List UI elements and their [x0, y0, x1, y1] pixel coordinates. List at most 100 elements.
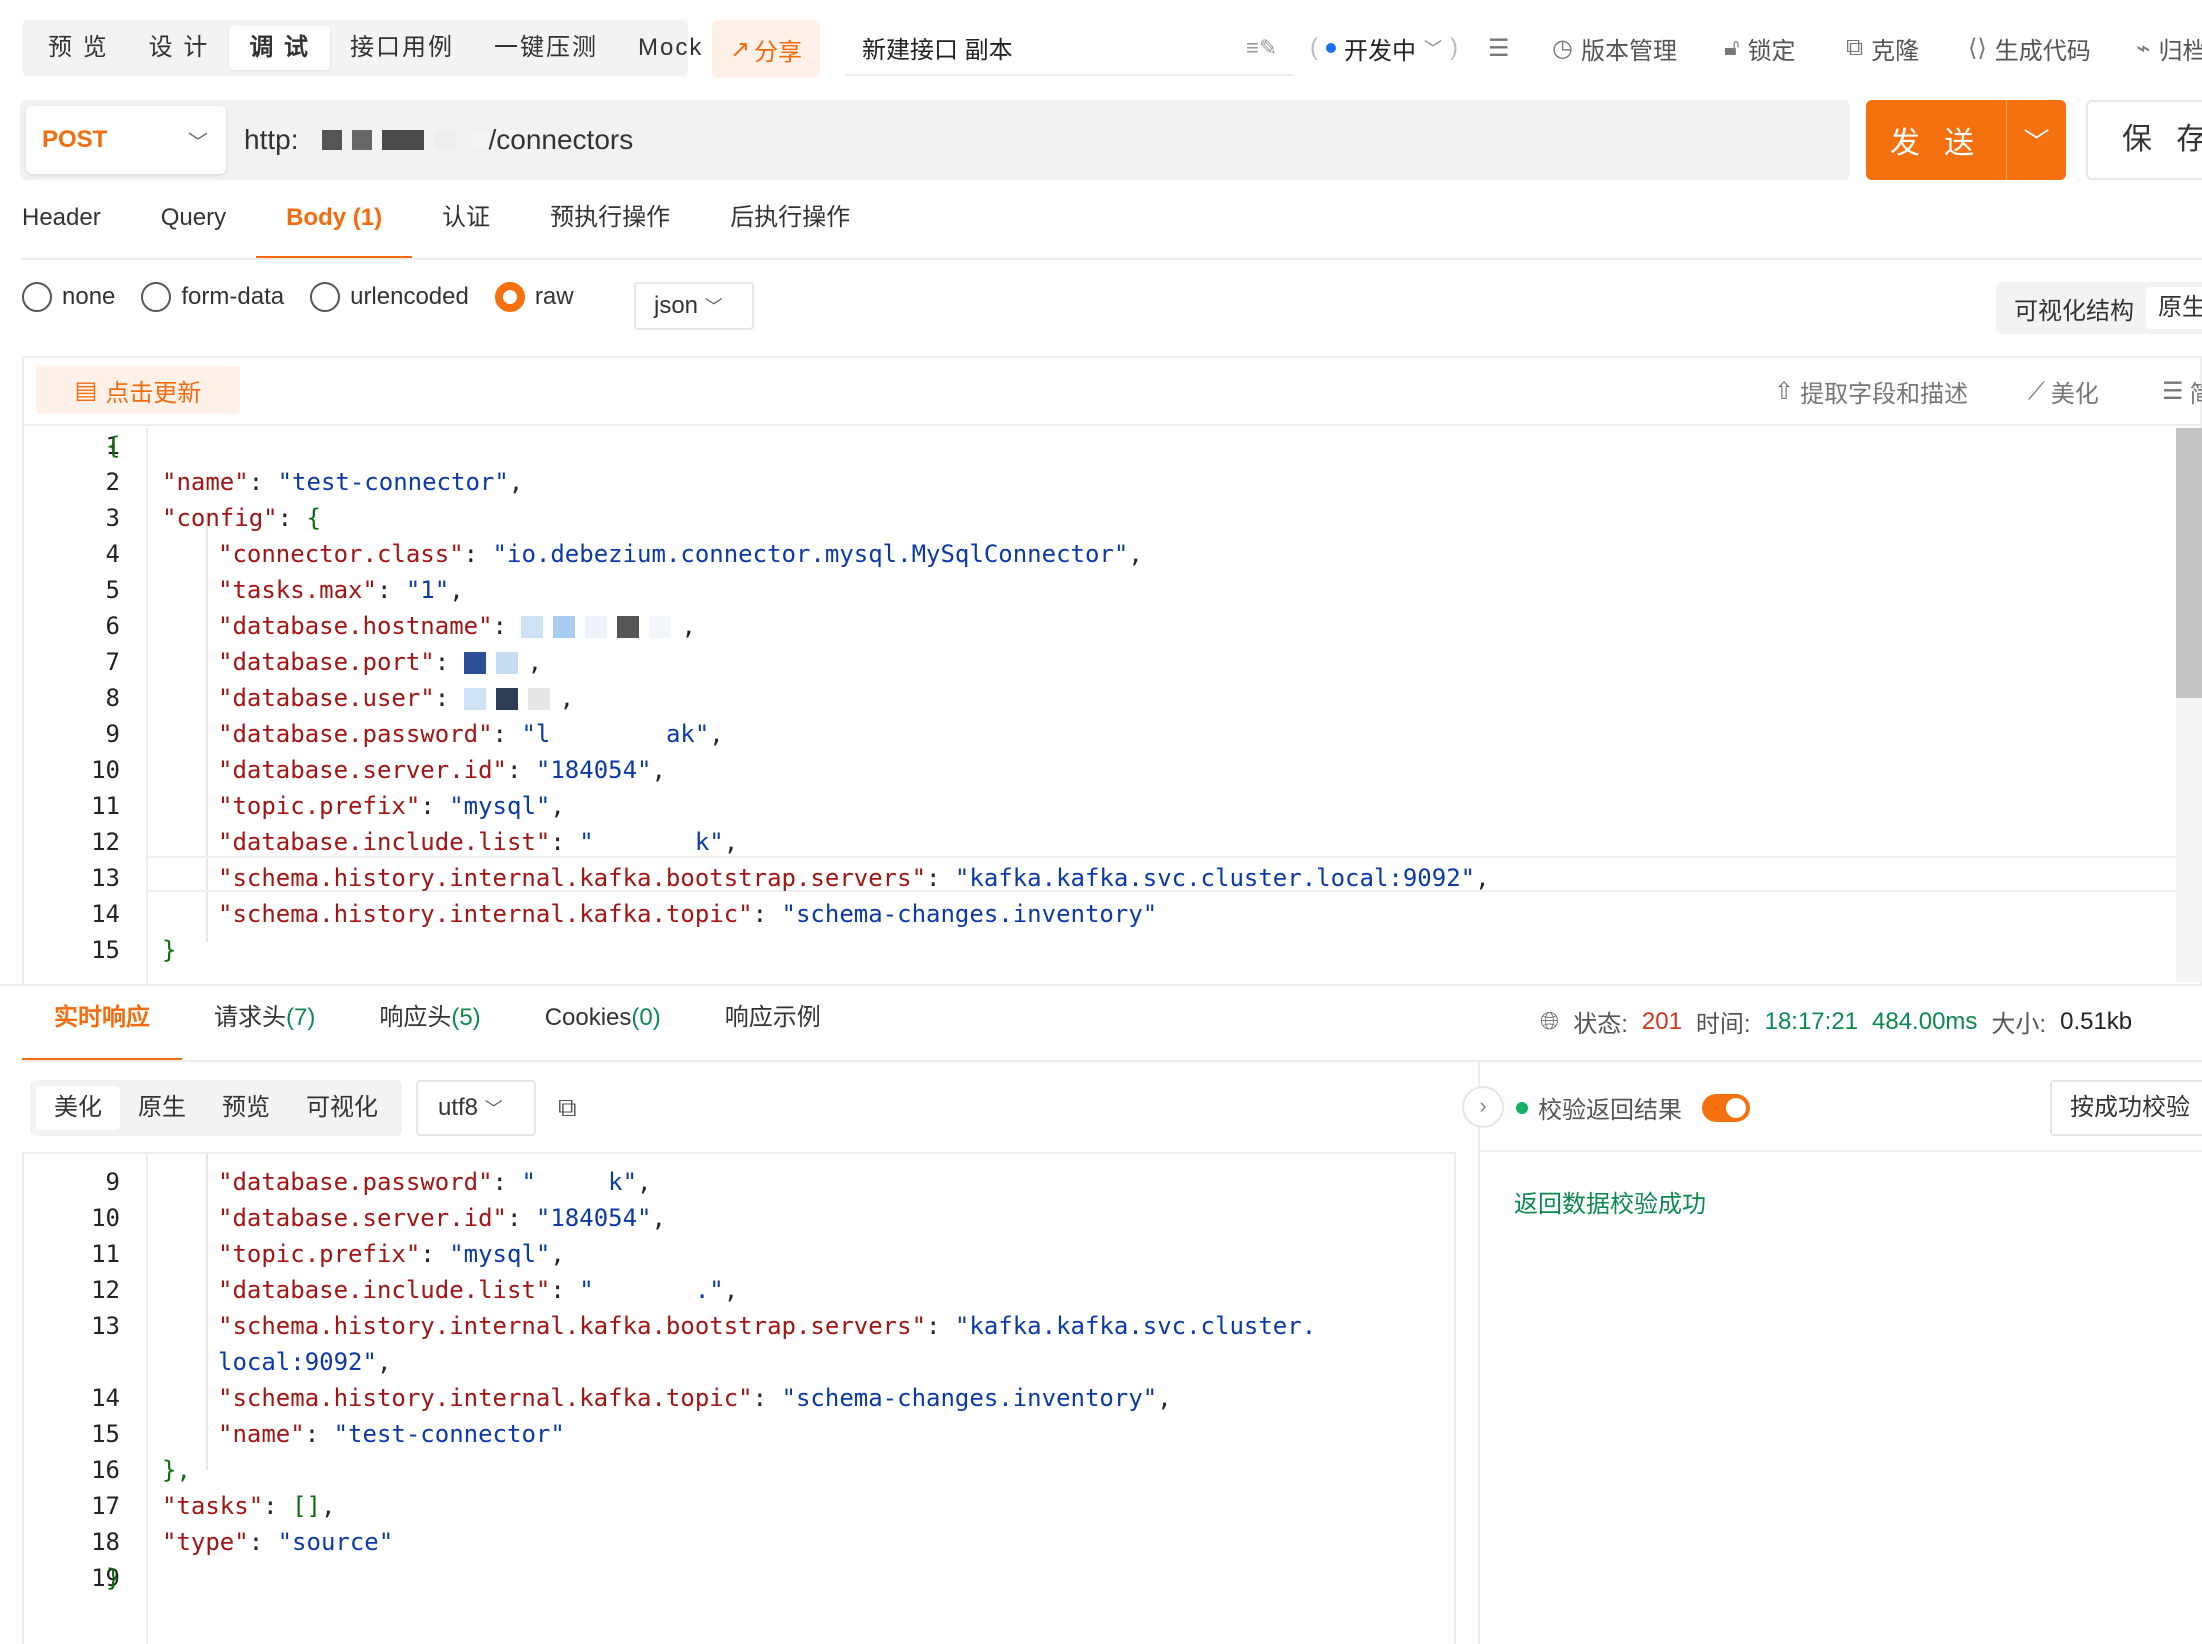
body-format-select[interactable]: json ﹀	[634, 282, 754, 330]
view-pretty[interactable]: 美化	[36, 1086, 120, 1130]
version-button[interactable]: ◷ 版本管理	[1552, 28, 1677, 68]
url-prefix: http:	[244, 124, 299, 155]
redacted-mask	[382, 130, 425, 150]
tab-live-response[interactable]: 实时响应	[22, 986, 182, 1062]
edit-name-icon[interactable]: ≡✎	[1246, 28, 1277, 68]
line-number: 16	[91, 1456, 120, 1484]
code-line: 12 "database.include.list": " .",	[24, 1272, 1454, 1308]
view-visual[interactable]: 可视化	[288, 1086, 396, 1130]
line-number: 6	[105, 612, 120, 640]
tab-request-headers[interactable]: 请求头(7)	[182, 986, 347, 1062]
response-toolbar: 美化 原生 预览 可视化 utf8 ﹀ ⧉	[30, 1080, 577, 1136]
tab-header[interactable]: Header	[22, 194, 131, 260]
list-icon[interactable]: ☰	[1488, 28, 1510, 68]
view-visual-structure[interactable]: 可视化结构	[2002, 291, 2146, 326]
body-type-raw[interactable]: raw	[494, 282, 574, 312]
simplify-button[interactable]: ☰ 简	[2162, 374, 2202, 409]
view-preview[interactable]: 预览	[204, 1086, 288, 1130]
code-text: "database.password": " k",	[218, 1168, 652, 1196]
tab-mock[interactable]: Mock	[618, 26, 723, 70]
tab-test-cases[interactable]: 接口用例	[330, 26, 474, 70]
response-time: 18:17:21	[1764, 1007, 1859, 1035]
line-number: 11	[91, 1240, 120, 1268]
chevron-down-icon[interactable]: ﹀	[2007, 122, 2066, 159]
gen-code-button[interactable]: ⟨⟩ 生成代码	[1968, 28, 2091, 68]
line-number: 17	[91, 1492, 120, 1520]
line-number: 9	[105, 720, 120, 748]
body-type-label: none	[62, 283, 116, 310]
url-suffix: /connectors	[488, 124, 634, 155]
lock-button[interactable]: 🔓︎ 锁定	[1724, 28, 1796, 68]
verify-toggle[interactable]	[1702, 1093, 1750, 1122]
tab-preview[interactable]: 预 览	[28, 26, 129, 70]
tab-design[interactable]: 设 计	[129, 26, 230, 70]
beautify-button[interactable]: ⟋ 美化	[2028, 374, 2099, 409]
lock-icon: 🔓︎	[1724, 34, 1740, 61]
editor-scrollbar-thumb[interactable]	[2176, 428, 2202, 698]
tab-query[interactable]: Query	[131, 194, 256, 260]
radio-icon	[22, 282, 52, 312]
code-text: "name": "test-connector"	[218, 1420, 565, 1448]
chevron-right-icon[interactable]: ›	[1462, 1086, 1504, 1128]
mode-tab-bar: 预 览 设 计 调 试 接口用例 一键压测 Mock	[22, 20, 701, 76]
tab-cookies[interactable]: Cookies(0)	[513, 986, 693, 1062]
verify-result-message: 返回数据校验成功	[1514, 1191, 1706, 1218]
extract-fields-button[interactable]: ⇧ 提取字段和描述	[1774, 374, 1968, 409]
response-size: 0.51kb	[2060, 1007, 2133, 1035]
url-input[interactable]: http: /connectors	[244, 118, 633, 162]
code-line: 15 "name": "test-connector"	[24, 1416, 1454, 1452]
line-number: 2	[105, 468, 120, 496]
code-line: 10 "database.server.id": "184054",	[24, 1200, 1454, 1236]
code-line: 11 "topic.prefix": "mysql",	[24, 1236, 1454, 1272]
body-type-form-data[interactable]: form-data	[141, 282, 284, 312]
tab-post-script[interactable]: 后执行操作	[700, 194, 880, 260]
body-type-urlencoded[interactable]: urlencoded	[310, 282, 469, 312]
view-raw[interactable]: 原生	[2146, 287, 2202, 329]
code-text: "database.include.list": " .",	[218, 1276, 739, 1304]
api-name-input[interactable]: 新建接口 副本	[846, 26, 1294, 76]
code-line: 17 "tasks": [],	[24, 1488, 1454, 1524]
tab-body[interactable]: Body (1)	[256, 194, 413, 260]
save-button[interactable]: 保 存	[2086, 100, 2202, 180]
code-line: 11 "topic.prefix": "mysql",	[24, 788, 2174, 824]
share-label: 分享	[754, 38, 803, 66]
request-code-lines: 1{2 "name": "test-connector", 3 "config": {…	[24, 428, 2174, 982]
status-code: 201	[1641, 1007, 1682, 1035]
encoding-select[interactable]: utf8 ﹀	[416, 1080, 536, 1136]
request-tabs: Header Query Body (1) 认证 预执行操作 后执行操作	[22, 194, 880, 260]
code-line: 14 "schema.history.internal.kafka.topic":…	[24, 896, 2174, 932]
clock-icon: ◷	[1552, 34, 1573, 62]
code-line: local:9092",	[24, 1344, 1454, 1380]
code-text: {	[106, 432, 121, 460]
archive-label: 归档	[2158, 37, 2202, 65]
status-select[interactable]: ( 开发中 ﹀ )	[1310, 28, 1458, 68]
update-button[interactable]: ▤ 点击更新	[36, 366, 240, 414]
tab-debug[interactable]: 调 试	[229, 26, 331, 70]
tab-response-examples[interactable]: 响应示例	[693, 986, 853, 1062]
tab-auth[interactable]: 认证	[412, 194, 520, 260]
line-number: 5	[105, 576, 120, 604]
divider	[22, 1060, 2202, 1062]
code-text: "database.server.id": "184054",	[218, 1204, 666, 1232]
verify-mode-button[interactable]: 按成功校验	[2050, 1080, 2202, 1136]
body-type-none[interactable]: none	[22, 282, 115, 312]
list-icon: ☰	[2162, 378, 2184, 405]
archive-button[interactable]: ⌁ 归档	[2136, 28, 2202, 68]
clone-button[interactable]: ⧉ 克隆	[1846, 28, 1919, 68]
line-number: 15	[91, 936, 120, 964]
copy-icon[interactable]: ⧉	[558, 1092, 577, 1124]
share-button[interactable]: ↗ 分享	[712, 20, 820, 78]
gen-code-label: 生成代码	[1994, 37, 2091, 65]
tab-pre-script[interactable]: 预执行操作	[520, 194, 700, 260]
lock-label: 锁定	[1747, 37, 1796, 65]
code-text: local:9092",	[218, 1348, 392, 1376]
beautify-label: 美化	[2050, 381, 2099, 408]
send-button[interactable]: 发 送 ﹀	[1866, 100, 2066, 180]
code-text: "topic.prefix": "mysql",	[218, 1240, 565, 1268]
tab-response-headers[interactable]: 响应头(5)	[347, 986, 512, 1062]
status-dot-icon	[1326, 43, 1336, 53]
method-select[interactable]: POST ﹀	[26, 106, 226, 174]
view-raw[interactable]: 原生	[120, 1086, 204, 1130]
tab-load-test[interactable]: 一键压测	[474, 26, 618, 70]
redacted-mask	[322, 130, 343, 150]
